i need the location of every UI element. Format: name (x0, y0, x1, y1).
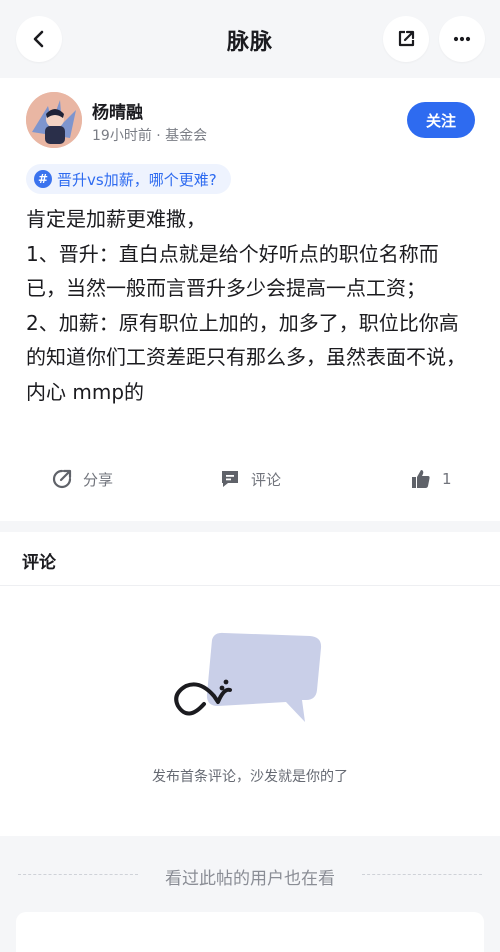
post-body-line: 2、加薪：原有职位上加的，加多了，职位比你高的知道你们工资差距只有那么多，虽然表… (26, 310, 466, 404)
related-title: 看过此帖的用户也在看 (165, 869, 335, 889)
post-card: 杨晴融 19小时前 · 基金会 关注 # 晋升vs加薪，哪个更难? 肯定是加薪更… (0, 78, 500, 521)
share-box-icon (398, 30, 415, 47)
author-meta: 19小时前 · 基金会 (92, 128, 208, 144)
empty-comments-text: 发布首条评论，沙发就是你的了 (152, 769, 348, 785)
comment-label: 评论 (251, 470, 282, 489)
like-count: 1 (442, 470, 452, 488)
author-name[interactable]: 杨晴融 (92, 98, 143, 123)
related-post-card[interactable] (16, 912, 484, 952)
related-section-header: 看过此帖的用户也在看 (0, 836, 500, 912)
follow-button[interactable]: 关注 (407, 102, 475, 138)
like-button[interactable]: 1 (410, 468, 452, 490)
avatar[interactable] (26, 92, 82, 148)
share-label: 分享 (83, 470, 114, 489)
share-top-button[interactable] (383, 16, 429, 62)
topic-label: 晋升vs加薪，哪个更难? (57, 170, 217, 189)
post-body-line: 1、晋升：直白点就是给个好听点的职位名称而已，当然一般而言晋升多少会提高一点工资… (26, 241, 439, 301)
post-body-line: 肯定是加薪更难撒， (26, 207, 206, 231)
more-button[interactable] (439, 16, 485, 62)
empty-comments-illustration (174, 632, 322, 722)
divider (362, 874, 482, 875)
topic-tag[interactable]: # 晋升vs加薪，哪个更难? (26, 164, 231, 194)
divider (0, 585, 500, 586)
more-dots-icon (453, 36, 471, 42)
post-actions: 分享 评论 1 (0, 468, 500, 502)
comments-title: 评论 (22, 553, 56, 573)
comment-button[interactable]: 评论 (219, 468, 281, 490)
post-body: 肯定是加薪更难撒， 1、晋升：直白点就是给个好听点的职位名称而已，当然一般而言晋… (26, 202, 476, 409)
comment-icon (222, 471, 238, 487)
share-icon (52, 469, 72, 489)
top-bar: 脉脉 (0, 0, 500, 78)
comments-section: 评论 发布首条评论，沙发就是你的了 (0, 532, 500, 836)
avatar-image (26, 92, 82, 148)
share-button[interactable]: 分享 (51, 468, 113, 490)
thumbs-up-icon (412, 470, 430, 488)
hashtag-icon: # (34, 170, 52, 188)
